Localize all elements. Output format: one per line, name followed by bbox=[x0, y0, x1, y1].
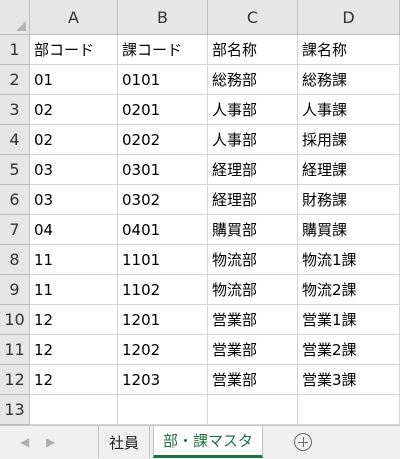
tab-bu-ka-master[interactable]: 部・課マスタ bbox=[153, 426, 263, 458]
table-row: 4 02 0202 人事部 採用課 bbox=[0, 125, 400, 155]
cell-c[interactable]: 購買部 bbox=[208, 215, 298, 245]
cell-a[interactable]: 02 bbox=[30, 95, 118, 125]
cell-a[interactable]: 12 bbox=[30, 305, 118, 335]
cell-c[interactable]: 総務部 bbox=[208, 65, 298, 95]
row-header[interactable]: 2 bbox=[0, 65, 30, 95]
column-header-c[interactable]: C bbox=[208, 0, 298, 35]
cell-b[interactable]: 1203 bbox=[118, 365, 208, 395]
table-row: 12 12 1203 営業部 営業3課 bbox=[0, 365, 400, 395]
table-row: 8 11 1101 物流部 物流1課 bbox=[0, 245, 400, 275]
column-header-a[interactable]: A bbox=[30, 0, 118, 35]
row-header[interactable]: 10 bbox=[0, 305, 30, 335]
cell-d[interactable]: 営業3課 bbox=[298, 365, 400, 395]
spreadsheet-grid: A B C D 1 部コード 課コード 部名称 課名称 2 01 0101 総務部 総務課 3 02 0… bbox=[0, 0, 400, 425]
cell-c[interactable]: 営業部 bbox=[208, 335, 298, 365]
cell-a[interactable]: 02 bbox=[30, 125, 118, 155]
table-row: 9 11 1102 物流部 物流2課 bbox=[0, 275, 400, 305]
tab-shain[interactable]: 社員 bbox=[98, 426, 150, 458]
cell-b[interactable]: 1201 bbox=[118, 305, 208, 335]
cell-d[interactable]: 人事課 bbox=[298, 95, 400, 125]
cell-a[interactable]: 03 bbox=[30, 185, 118, 215]
cell-b[interactable]: 1102 bbox=[118, 275, 208, 305]
prev-sheet-icon[interactable]: ◀ bbox=[20, 435, 29, 449]
table-row: 1 部コード 課コード 部名称 課名称 bbox=[0, 35, 400, 65]
cell-a[interactable]: 12 bbox=[30, 335, 118, 365]
cell-a[interactable] bbox=[30, 395, 118, 425]
cell-d[interactable]: 採用課 bbox=[298, 125, 400, 155]
cell-c[interactable]: 人事部 bbox=[208, 95, 298, 125]
table-row: 2 01 0101 総務部 総務課 bbox=[0, 65, 400, 95]
cell-d[interactable]: 物流2課 bbox=[298, 275, 400, 305]
cell-b[interactable]: 0401 bbox=[118, 215, 208, 245]
next-sheet-icon[interactable]: ▶ bbox=[46, 435, 55, 449]
rows-container: 1 部コード 課コード 部名称 課名称 2 01 0101 総務部 総務課 3 02 0201 人事部 人事… bbox=[0, 35, 400, 425]
cell-a[interactable]: 03 bbox=[30, 155, 118, 185]
cell-c[interactable] bbox=[208, 395, 298, 425]
sheet-tab-bar: ◀ ▶ 社員 部・課マスタ bbox=[0, 425, 400, 459]
cell-b[interactable]: 0301 bbox=[118, 155, 208, 185]
cell-a[interactable]: 部コード bbox=[30, 35, 118, 65]
column-header-row: A B C D bbox=[0, 0, 400, 35]
cell-c[interactable]: 物流部 bbox=[208, 245, 298, 275]
row-header[interactable]: 13 bbox=[0, 395, 30, 425]
cell-d[interactable]: 物流1課 bbox=[298, 245, 400, 275]
column-header-d[interactable]: D bbox=[298, 0, 400, 35]
table-row: 11 12 1202 営業部 営業2課 bbox=[0, 335, 400, 365]
cell-a[interactable]: 11 bbox=[30, 245, 118, 275]
cell-b[interactable]: 0202 bbox=[118, 125, 208, 155]
cell-c[interactable]: 経理部 bbox=[208, 155, 298, 185]
cell-a[interactable]: 04 bbox=[30, 215, 118, 245]
table-row: 13 bbox=[0, 395, 400, 425]
row-header[interactable]: 8 bbox=[0, 245, 30, 275]
cell-d[interactable] bbox=[298, 395, 400, 425]
cell-b[interactable]: 0201 bbox=[118, 95, 208, 125]
row-header[interactable]: 6 bbox=[0, 185, 30, 215]
row-header[interactable]: 7 bbox=[0, 215, 30, 245]
select-all-corner[interactable] bbox=[0, 0, 30, 35]
cell-d[interactable]: 課名称 bbox=[298, 35, 400, 65]
row-header[interactable]: 1 bbox=[0, 35, 30, 65]
table-row: 6 03 0302 経理部 財務課 bbox=[0, 185, 400, 215]
cell-d[interactable]: 購買課 bbox=[298, 215, 400, 245]
cell-c[interactable]: 経理部 bbox=[208, 185, 298, 215]
cell-b[interactable]: 課コード bbox=[118, 35, 208, 65]
row-header[interactable]: 9 bbox=[0, 275, 30, 305]
cell-b[interactable]: 1101 bbox=[118, 245, 208, 275]
cell-d[interactable]: 営業2課 bbox=[298, 335, 400, 365]
cell-d[interactable]: 経理課 bbox=[298, 155, 400, 185]
cell-c[interactable]: 営業部 bbox=[208, 365, 298, 395]
cell-c[interactable]: 人事部 bbox=[208, 125, 298, 155]
cell-b[interactable] bbox=[118, 395, 208, 425]
row-header[interactable]: 5 bbox=[0, 155, 30, 185]
cell-b[interactable]: 1202 bbox=[118, 335, 208, 365]
cell-a[interactable]: 12 bbox=[30, 365, 118, 395]
row-header[interactable]: 11 bbox=[0, 335, 30, 365]
row-header[interactable]: 12 bbox=[0, 365, 30, 395]
cell-d[interactable]: 財務課 bbox=[298, 185, 400, 215]
cell-a[interactable]: 11 bbox=[30, 275, 118, 305]
cell-c[interactable]: 物流部 bbox=[208, 275, 298, 305]
table-row: 3 02 0201 人事部 人事課 bbox=[0, 95, 400, 125]
cell-a[interactable]: 01 bbox=[30, 65, 118, 95]
cell-b[interactable]: 0302 bbox=[118, 185, 208, 215]
row-header[interactable]: 4 bbox=[0, 125, 30, 155]
cell-d[interactable]: 営業1課 bbox=[298, 305, 400, 335]
table-row: 5 03 0301 経理部 経理課 bbox=[0, 155, 400, 185]
add-sheet-icon[interactable] bbox=[294, 433, 312, 451]
cell-b[interactable]: 0101 bbox=[118, 65, 208, 95]
row-header[interactable]: 3 bbox=[0, 95, 30, 125]
cell-d[interactable]: 総務課 bbox=[298, 65, 400, 95]
cell-c[interactable]: 部名称 bbox=[208, 35, 298, 65]
cell-c[interactable]: 営業部 bbox=[208, 305, 298, 335]
column-header-b[interactable]: B bbox=[118, 0, 208, 35]
table-row: 10 12 1201 営業部 営業1課 bbox=[0, 305, 400, 335]
table-row: 7 04 0401 購買部 購買課 bbox=[0, 215, 400, 245]
